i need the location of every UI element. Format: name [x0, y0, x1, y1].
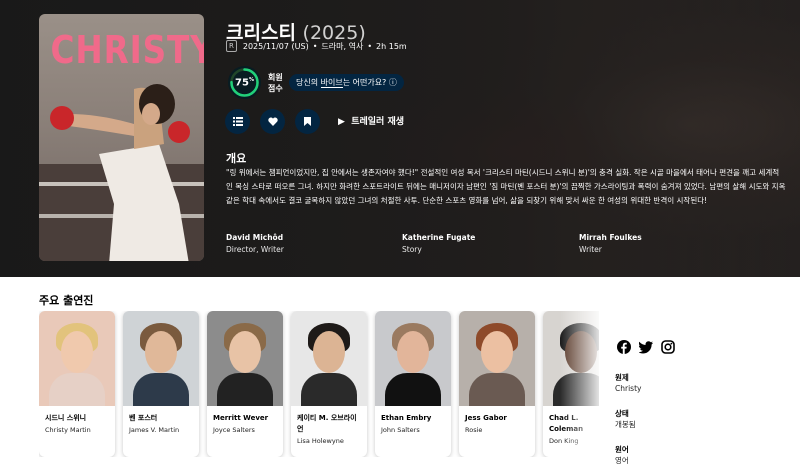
cast-character: Joyce Salters: [213, 426, 255, 434]
cast-card[interactable]: 벤 포스터 James V. Martin: [123, 311, 199, 457]
cast-card[interactable]: 케이티 M. 오브라이언 Lisa Holewyne: [291, 311, 367, 457]
crew-name[interactable]: Mirrah Foulkes: [579, 232, 642, 243]
cast-name[interactable]: Ethan Embry: [381, 413, 445, 424]
play-trailer-button[interactable]: ▶ 트레일러 재생: [338, 114, 404, 127]
cast-scroller[interactable]: 시드니 스위니 Christy Martin 벤 포스터 James V. Marti…: [39, 311, 599, 457]
crew-name[interactable]: Katherine Fugate: [402, 232, 475, 243]
fact-label: 원제: [615, 373, 629, 382]
cast-name[interactable]: 케이티 M. 오브라이언: [297, 413, 361, 435]
fact-value: 영어: [615, 456, 629, 465]
fact-value: 개봉됨: [615, 420, 636, 429]
favorite-button[interactable]: [260, 109, 285, 134]
cast-photo[interactable]: [123, 311, 199, 406]
cast-photo-face: [313, 331, 345, 373]
cast-card[interactable]: 시드니 스위니 Christy Martin: [39, 311, 115, 457]
cast-card[interactable]: Merritt Wever Joyce Salters: [207, 311, 283, 457]
certification-badge: R: [226, 40, 237, 52]
play-icon: ▶: [338, 117, 345, 127]
vibe-link: 바이브: [320, 78, 343, 88]
cast-photo[interactable]: [207, 311, 283, 406]
overview-text: "링 위에서는 챔피언이었지만, 집 안에서는 생존자여야 했다!" 전설적인 …: [226, 168, 786, 205]
release-date: 2025/11/07 (US): [242, 41, 309, 51]
cast-card[interactable]: Jess Gabor Rosie: [459, 311, 535, 457]
cast-photo-face: [397, 331, 429, 373]
cast-photo-body: [49, 373, 105, 406]
instagram-icon[interactable]: [661, 340, 675, 354]
hero-section: CHRISTY 크리스티 (2025) R 2025/11/07 (US) • …: [0, 0, 800, 277]
list-icon: [232, 117, 243, 126]
vibe-prefix: 당신의: [296, 78, 321, 87]
cast-character: Rosie: [465, 426, 483, 434]
action-buttons: [225, 109, 320, 134]
cast-photo-body: [469, 373, 525, 406]
crew-role: Writer: [579, 245, 602, 254]
add-to-list-button[interactable]: [225, 109, 250, 134]
crew-member: David Michôd Director, Writer: [226, 232, 284, 257]
vibe-suffix: 는 어떤가요?: [342, 78, 387, 87]
crew-role: Director, Writer: [226, 245, 284, 254]
facebook-icon[interactable]: [617, 340, 631, 354]
fact-label: 원어: [615, 445, 629, 454]
vibe-button[interactable]: 당신의 바이브는 어떤가요? ⓘ: [289, 74, 404, 91]
cast-character: Lisa Holewyne: [297, 437, 344, 445]
cast-heading: 주요 출연진: [39, 294, 94, 307]
social-links: [617, 340, 675, 354]
poster-title: CHRISTY: [50, 28, 204, 72]
cast-name[interactable]: Merritt Wever: [213, 413, 277, 424]
facts-separator: •: [367, 41, 373, 51]
fact-original-title: 원제 Christy: [615, 372, 641, 395]
cast-photo[interactable]: [375, 311, 451, 406]
facts-separator: •: [312, 41, 318, 51]
crew-name[interactable]: David Michôd: [226, 232, 284, 243]
cast-photo[interactable]: [459, 311, 535, 406]
info-icon: ⓘ: [388, 78, 397, 87]
crew-member: Mirrah Foulkes Writer: [579, 232, 642, 257]
cast-photo[interactable]: [291, 311, 367, 406]
trailer-label: 트레일러 재생: [351, 117, 405, 127]
score-ring: 75%: [228, 66, 261, 99]
twitter-icon[interactable]: [639, 340, 653, 354]
genres[interactable]: 드라마, 역사: [321, 41, 363, 52]
overview-heading: 개요: [226, 152, 247, 165]
movie-poster[interactable]: CHRISTY: [39, 14, 204, 261]
cast-card[interactable]: Ethan Embry John Salters: [375, 311, 451, 457]
cast-photo[interactable]: [39, 311, 115, 406]
score-label: 회원 점수: [268, 72, 283, 94]
cast-name[interactable]: 시드니 스위니: [45, 413, 109, 424]
fact-value: Christy: [615, 384, 642, 393]
crew-role: Story: [402, 245, 422, 254]
cast-fade: [560, 311, 605, 457]
score-value: 75%: [235, 76, 254, 89]
heart-icon: [267, 117, 278, 126]
cast-character: Christy Martin: [45, 426, 91, 434]
fact-status: 상태 개봉됨: [615, 408, 636, 431]
movie-facts: R 2025/11/07 (US) • 드라마, 역사 • 2h 15m: [226, 40, 407, 52]
user-score[interactable]: 75% 회원 점수: [228, 66, 283, 99]
cast-photo-face: [145, 331, 177, 373]
cast-photo-body: [385, 373, 441, 406]
watchlist-button[interactable]: [295, 109, 320, 134]
runtime: 2h 15m: [376, 41, 407, 51]
bookmark-icon: [304, 117, 311, 126]
cast-photo-body: [301, 373, 357, 406]
cast-character: James V. Martin: [129, 426, 180, 434]
fact-label: 상태: [615, 409, 629, 418]
cast-photo-face: [61, 331, 93, 373]
score-label-line2: 점수: [268, 83, 283, 93]
cast-photo-face: [229, 331, 261, 373]
cast-name[interactable]: Jess Gabor: [465, 413, 529, 424]
cast-character: John Salters: [381, 426, 420, 434]
cast-photo-face: [481, 331, 513, 373]
cast-photo-body: [133, 373, 189, 406]
cast-name[interactable]: 벤 포스터: [129, 413, 193, 424]
crew-member: Katherine Fugate Story: [402, 232, 475, 257]
score-label-line1: 회원: [268, 72, 283, 82]
cast-photo-body: [217, 373, 273, 406]
